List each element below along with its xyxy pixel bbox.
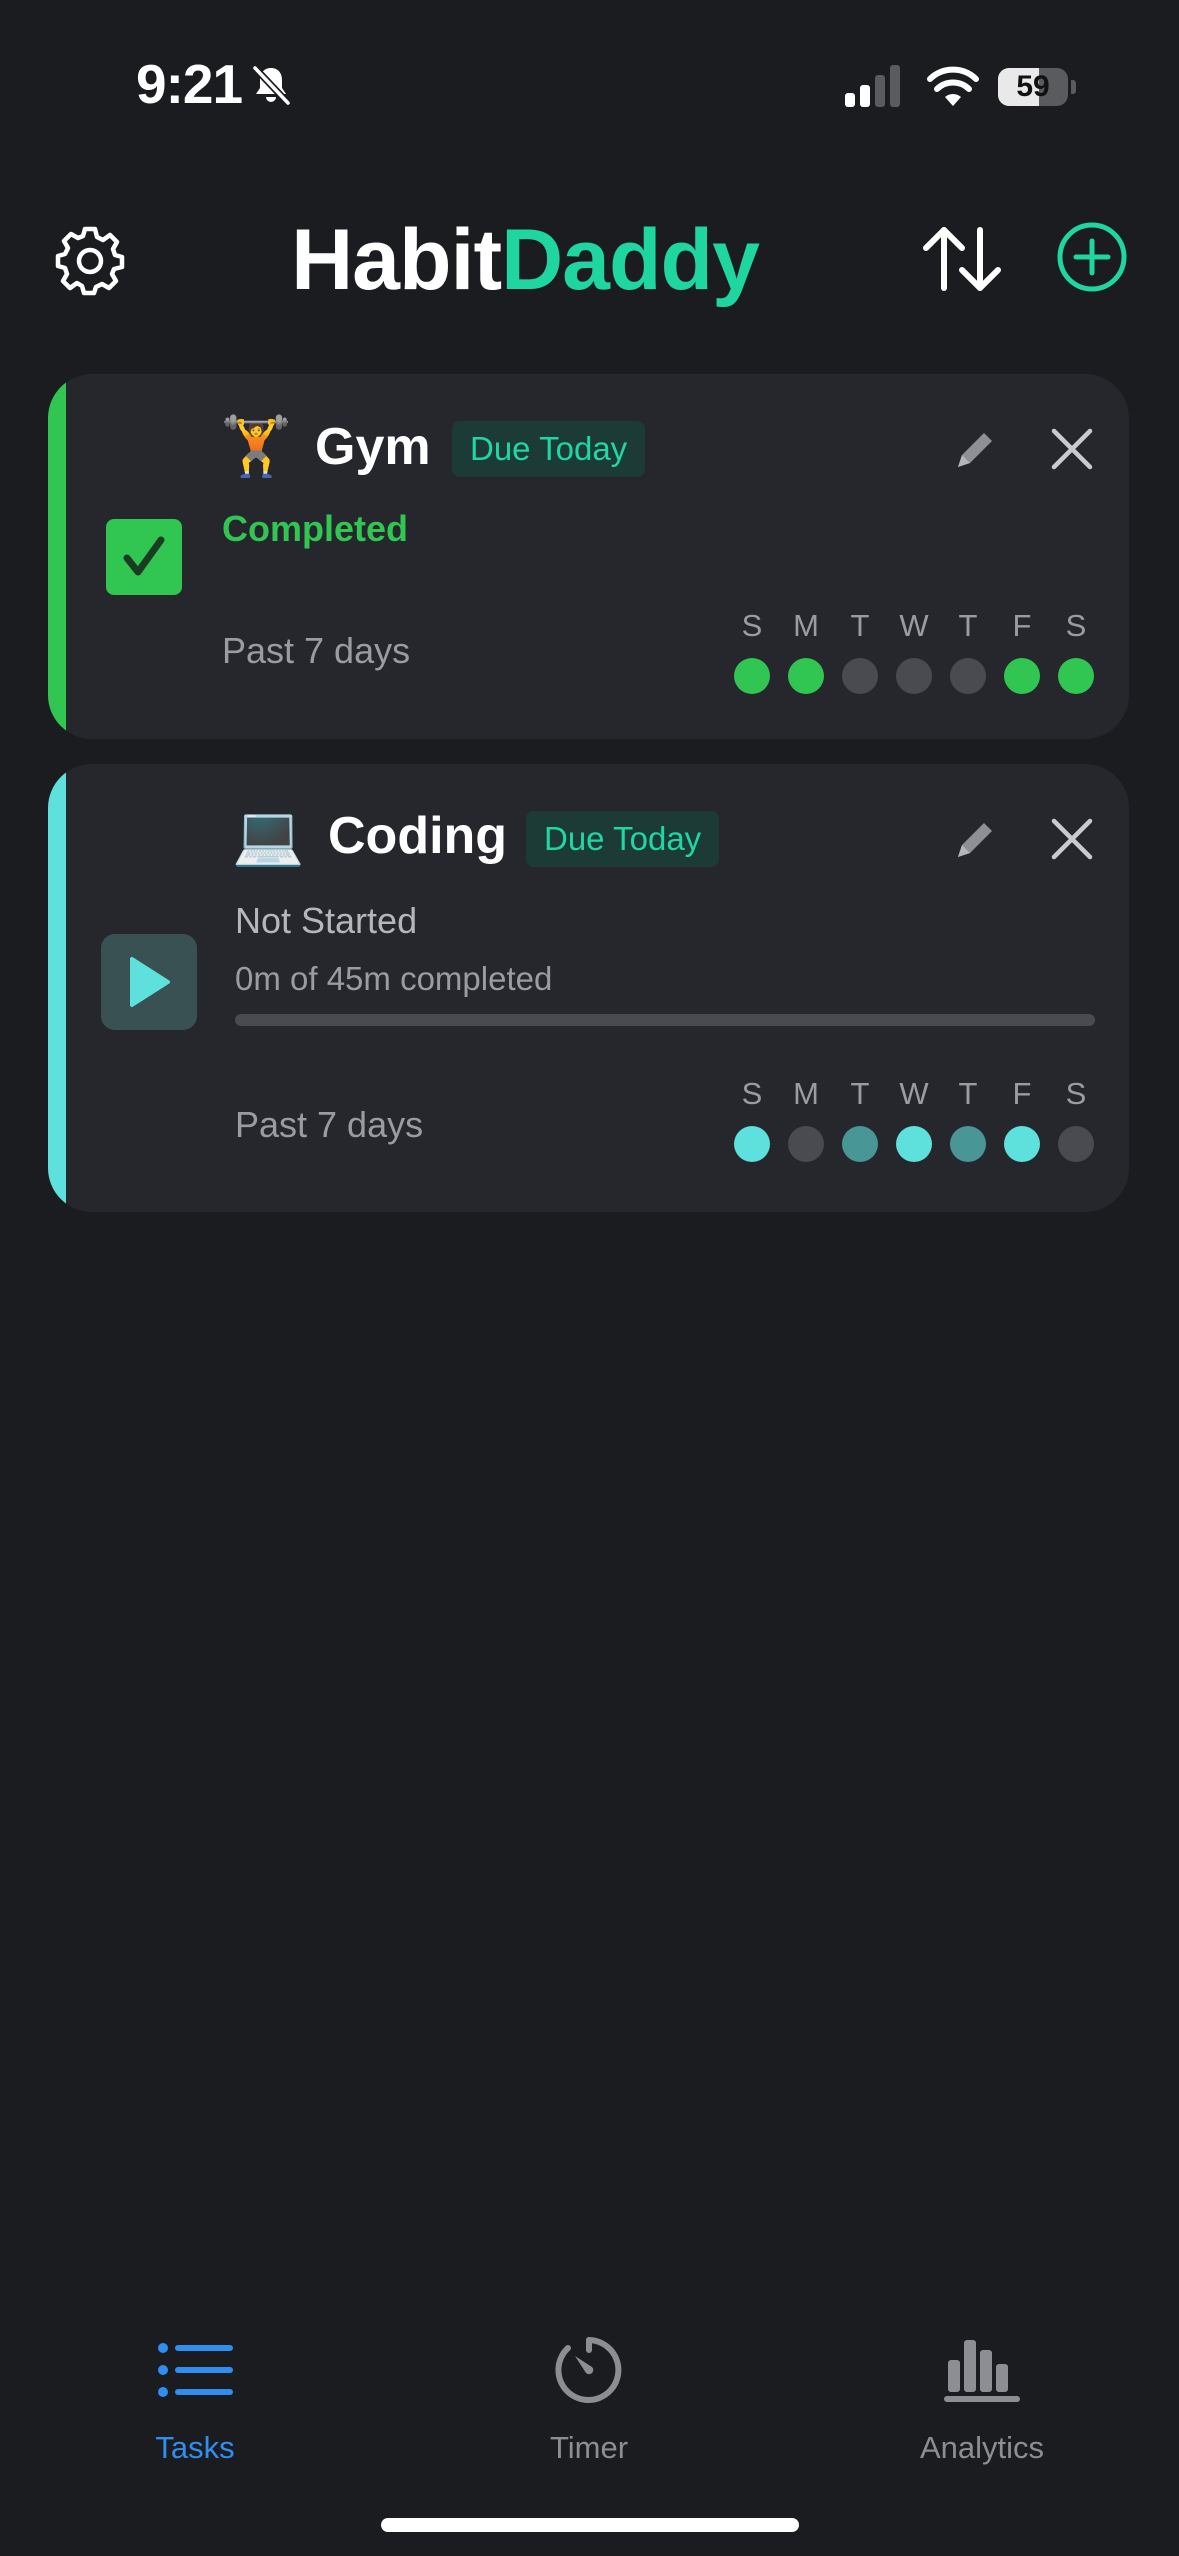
day-letter: T [958, 1076, 978, 1111]
tab-analytics[interactable]: Analytics [862, 2330, 1102, 2480]
day-status-dot [788, 1126, 824, 1162]
day-status-dot [896, 1126, 932, 1162]
sort-button[interactable] [920, 217, 1004, 301]
day-status-dot [1058, 1126, 1094, 1162]
app-title: HabitDaddy [0, 211, 1050, 310]
past-7-days-label: Past 7 days [222, 630, 411, 671]
day-status-dot [950, 658, 986, 694]
day-letter: W [899, 608, 929, 643]
timer-icon [469, 2330, 709, 2410]
app-header: HabitDaddy [0, 195, 1179, 325]
edit-button[interactable] [948, 811, 1004, 867]
task-emoji: 🏋️ [220, 414, 293, 479]
task-emoji: 💻 [232, 803, 305, 868]
app-title-daddy: Daddy [501, 212, 760, 308]
day-letter: M [793, 608, 819, 643]
home-indicator[interactable] [381, 2518, 799, 2532]
day-status-dot [788, 658, 824, 694]
day-letter: M [793, 1076, 819, 1111]
bar-chart-icon [862, 2330, 1102, 2410]
day-status-dot [1004, 658, 1040, 694]
close-icon [1051, 428, 1093, 470]
play-icon [130, 957, 170, 1007]
task-color-bar [48, 764, 66, 1212]
day-status-dot [842, 1126, 878, 1162]
wifi-icon [926, 62, 980, 106]
day-status-dot [842, 658, 878, 694]
checkmark-icon [123, 536, 165, 576]
day-status-dot [734, 1126, 770, 1162]
battery-percent: 59 [1016, 70, 1050, 103]
day-letter: T [850, 608, 870, 643]
silent-bell-icon [248, 62, 294, 108]
add-task-button[interactable] [1052, 217, 1132, 297]
day-letter: S [741, 608, 763, 643]
task-card-gym[interactable]: 🏋️ Gym Due Today Completed Past 7 days S… [48, 374, 1129, 739]
day-letter: T [958, 608, 978, 643]
start-timer-button[interactable] [101, 934, 197, 1030]
completed-checkbox[interactable] [106, 519, 182, 595]
tab-label: Tasks [155, 2430, 235, 2465]
task-status: Completed [222, 508, 409, 549]
day-status-dot [1004, 1126, 1040, 1162]
tab-label: Analytics [919, 2430, 1045, 2465]
day-status-dot [896, 658, 932, 694]
tab-label: Timer [549, 2430, 629, 2465]
day-letter: F [1012, 1076, 1032, 1111]
plus-circle-icon [1057, 222, 1127, 292]
week-history: SMTWTFS [725, 1076, 1105, 1176]
day-letter: S [1065, 608, 1087, 643]
week-history: SMTWTFS [725, 608, 1105, 708]
day-letter: S [1065, 1076, 1087, 1111]
past-7-days-label: Past 7 days [235, 1104, 424, 1145]
day-status-dot [1058, 658, 1094, 694]
tab-timer[interactable]: Timer [469, 2330, 709, 2480]
status-time: 9:21 [136, 53, 243, 115]
edit-button[interactable] [948, 421, 1004, 477]
day-letter: T [850, 1076, 870, 1111]
task-status: Not Started [235, 900, 418, 941]
day-status-dot [950, 1126, 986, 1162]
sort-arrows-icon [923, 227, 1001, 291]
progress-text: 0m of 45m completed [235, 960, 553, 997]
battery-icon: 59 [998, 68, 1078, 106]
progress-bar [235, 1014, 1095, 1026]
day-letter: S [741, 1076, 763, 1111]
status-bar: 9:21 59 [0, 0, 1179, 150]
close-icon [1051, 818, 1093, 860]
cellular-signal-icon [845, 65, 905, 107]
tab-tasks[interactable]: Tasks [75, 2330, 315, 2480]
task-title: Gym [315, 418, 431, 476]
due-badge: Due Today [452, 421, 646, 477]
app-title-habit: Habit [291, 212, 502, 308]
pencil-icon [958, 823, 992, 857]
day-status-dot [734, 658, 770, 694]
due-badge: Due Today [526, 811, 720, 867]
delete-button[interactable] [1044, 811, 1100, 867]
list-icon [75, 2330, 315, 2410]
day-letter: W [899, 1076, 929, 1111]
task-title: Coding [328, 807, 508, 865]
task-card-coding[interactable]: 💻 Coding Due Today Not Started 0m of 45m… [48, 764, 1129, 1212]
task-color-bar [48, 374, 66, 739]
day-letter: F [1012, 608, 1032, 643]
delete-button[interactable] [1044, 421, 1100, 477]
pencil-icon [958, 433, 992, 467]
